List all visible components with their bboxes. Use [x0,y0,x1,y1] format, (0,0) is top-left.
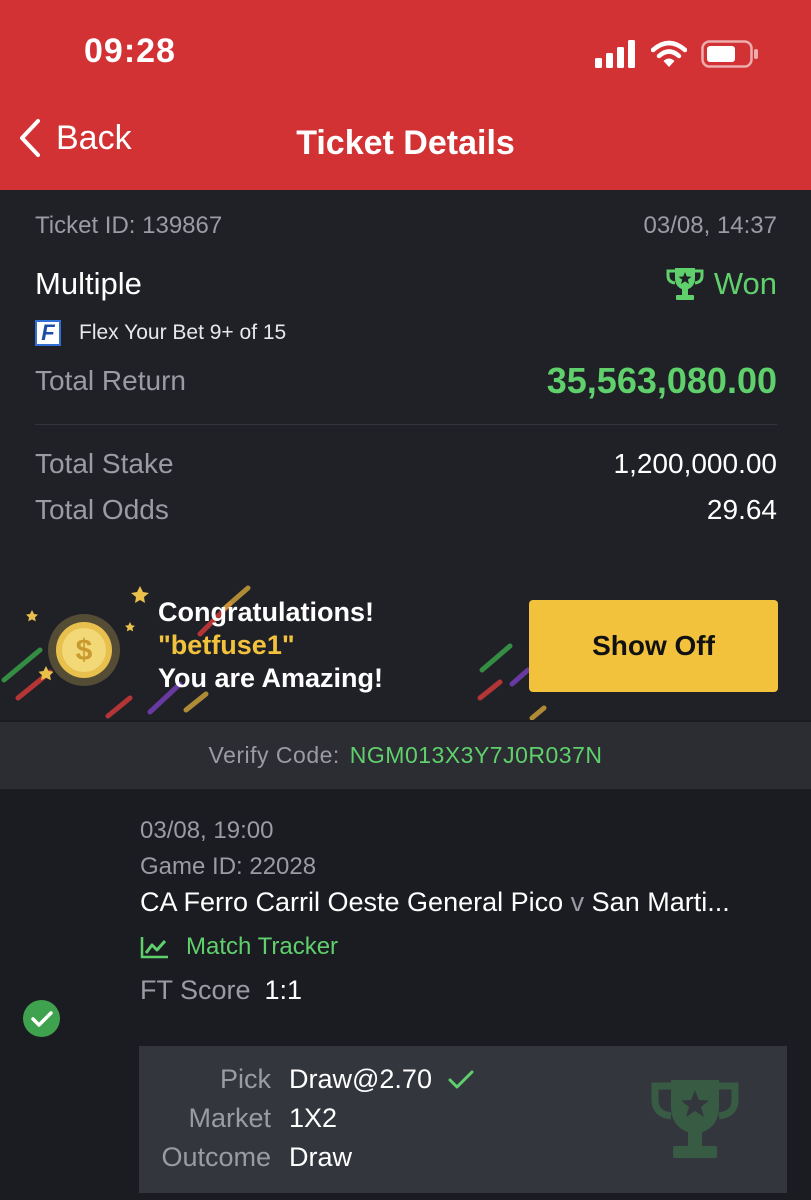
verify-code[interactable]: NGM013X3Y7J0R037N [350,742,603,769]
total-stake-row: Total Stake 1,200,000.00 [35,448,777,480]
total-return-label: Total Return [35,365,186,396]
ticket-datetime: 03/08, 14:37 [643,212,777,239]
status-icons [595,38,759,70]
battery-icon [701,40,758,68]
total-odds-row: Total Odds 29.64 [35,494,777,526]
away-team: San Marti... [591,887,730,917]
signal-icon [595,40,635,68]
outcome-value: Draw [289,1142,353,1172]
ft-score: FT Score 1:1 [140,975,302,1006]
checkmark-icon [448,1070,474,1088]
ft-score-label: FT Score [140,975,251,1005]
pick-label: Pick [219,1064,271,1094]
flex-bet-line: F Flex Your Bet 9+ of 15 [35,320,286,346]
pick-details: Pick Draw@2.70 Market 1X2 Outcome Draw [139,1046,787,1193]
match-datetime: 03/08, 19:00 [140,817,274,844]
ft-score-value: 1:1 [264,975,303,1005]
chart-icon [140,937,168,959]
market-value: 1X2 [289,1103,338,1133]
svg-text:$: $ [76,634,93,667]
game-id: Game ID: 22028 [140,853,317,880]
divider [35,424,777,425]
match-tracker-label: Match Tracker [186,933,339,960]
trophy-icon [666,268,704,300]
page-title: Ticket Details [296,124,515,162]
status-badge: Won [666,266,777,302]
congrats-banner: $ Congratulations! "betfuse1" You are Am… [0,570,811,720]
bet-type: Multiple [35,266,142,301]
show-off-button[interactable]: Show Off [529,600,778,692]
status-label: Won [713,266,777,301]
total-odds-label: Total Odds [35,494,169,525]
ticket-type-row: Multiple Won [35,266,777,302]
congrats-text: Congratulations! "betfuse1" You are Amaz… [158,596,383,695]
congrats-line1: Congratulations! [158,597,374,627]
congrats-username: "betfuse1" [158,630,295,660]
wifi-icon [651,40,687,67]
total-stake-value: 1,200,000.00 [613,448,778,479]
market-label: Market [188,1103,271,1133]
match-tracker-link[interactable]: Match Tracker [140,933,338,961]
coin-icon: $ [48,614,120,686]
pick-value-wrap: Draw@2.70 [289,1064,474,1095]
total-return-value: 35,563,080.00 [546,360,777,401]
flex-text: Flex Your Bet 9+ of 15 [79,321,287,344]
congrats-line3: You are Amazing! [158,663,384,693]
ticket-meta-row: Ticket ID: 139867 03/08, 14:37 [35,212,777,240]
verify-label: Verify Code: [208,742,340,768]
pick-value: Draw@2.70 [289,1064,432,1094]
check-circle-icon [23,1000,60,1037]
total-odds-value: 29.64 [706,494,777,525]
pick-row: Pick Draw@2.70 [139,1064,474,1095]
outcome-row: Outcome Draw [139,1142,352,1173]
flex-logo-icon: F [35,320,61,346]
status-time: 09:28 [84,32,176,70]
outcome-label: Outcome [161,1142,271,1172]
versus-label: v [570,887,585,917]
verify-code-bar: Verify Code: NGM013X3Y7J0R037N [0,722,811,789]
market-row: Market 1X2 [139,1103,337,1134]
total-stake-label: Total Stake [35,448,174,479]
ticket-id: Ticket ID: 139867 [35,212,223,239]
app-header: 09:28 Back Ticket Details [0,0,811,190]
match-title: CA Ferro Carril Oeste General Pico v San… [140,887,730,918]
selection-detail: 03/08, 19:00 Game ID: 22028 CA Ferro Car… [0,789,811,1200]
trophy-watermark-icon [651,1080,739,1158]
home-team: CA Ferro Carril Oeste General Pico [140,887,564,917]
total-return-row: Total Return 35,563,080.00 [35,360,777,402]
